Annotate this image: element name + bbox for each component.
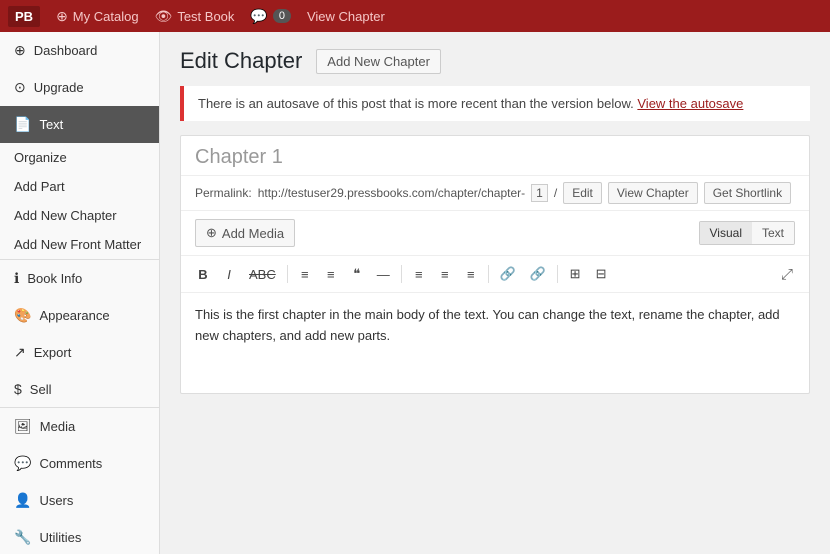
sidebar-item-comments[interactable]: 💬 Comments	[0, 445, 159, 482]
align-right-button[interactable]: ≡	[459, 263, 483, 286]
logo: PB	[8, 6, 40, 27]
insert-table-button[interactable]: ⊞	[563, 262, 587, 286]
visual-tab[interactable]: Visual	[700, 222, 752, 244]
editor-toolbar: B I ABC ≡ ≡ ❝ — ≡ ≡ ≡ 🔗 🔗 ⊞ ⊟ ⤢	[181, 256, 809, 293]
sidebar-item-export[interactable]: ↗ Export	[0, 334, 159, 371]
sidebar-item-label: Book Info	[27, 271, 82, 286]
sidebar-item-label: Dashboard	[34, 43, 98, 58]
get-shortlink-button[interactable]: Get Shortlink	[704, 182, 791, 204]
add-media-icon: ⊕	[206, 225, 217, 241]
text-tab[interactable]: Text	[752, 222, 794, 244]
ordered-list-button[interactable]: ≡	[319, 263, 343, 286]
chapter-title-input[interactable]	[195, 146, 795, 169]
unordered-list-button[interactable]: ≡	[293, 263, 317, 286]
strikethrough-button[interactable]: ABC	[243, 263, 282, 286]
sidebar-item-add-part[interactable]: Add Part	[0, 172, 159, 201]
my-catalog-label: My Catalog	[73, 9, 139, 24]
chapter-title-bar	[181, 136, 809, 176]
permalink-slash: /	[554, 186, 557, 200]
blockquote-button[interactable]: ❝	[345, 262, 369, 286]
permalink-label: Permalink:	[195, 186, 252, 200]
toolbar-separator-4	[557, 265, 558, 283]
sidebar-item-appearance[interactable]: 🎨 Appearance	[0, 297, 159, 334]
autosave-text: There is an autosave of this post that i…	[198, 96, 634, 111]
sidebar-item-add-new-chapter[interactable]: Add New Chapter	[0, 201, 159, 230]
hr-button[interactable]: —	[371, 263, 396, 286]
sidebar-item-label: Export	[34, 345, 72, 360]
sidebar-item-organize[interactable]: Organize	[0, 143, 159, 172]
sidebar-item-text[interactable]: 📄 Text	[0, 106, 159, 143]
editor-body[interactable]: This is the first chapter in the main bo…	[181, 293, 809, 393]
utilities-icon: 🔧	[14, 529, 31, 546]
page-header: Edit Chapter Add New Chapter	[180, 48, 810, 74]
permalink-id: 1	[531, 184, 548, 202]
sidebar-item-label: Sell	[30, 382, 52, 397]
my-catalog-link[interactable]: ⊕ My Catalog	[56, 8, 138, 25]
visual-text-toggle: Visual Text	[699, 221, 795, 245]
toolbar-separator-1	[287, 265, 288, 283]
sidebar-item-dashboard[interactable]: ⊕ Dashboard	[0, 32, 159, 69]
sidebar-item-users[interactable]: 👤 Users	[0, 482, 159, 519]
text-icon: 📄	[14, 116, 31, 133]
sidebar-item-label: Upgrade	[34, 80, 84, 95]
view-chapter-link[interactable]: View Chapter	[307, 9, 385, 24]
test-book-link[interactable]: 👁 Test Book	[155, 8, 235, 25]
add-media-button[interactable]: ⊕ Add Media	[195, 219, 295, 247]
comments-link[interactable]: 💬 0	[250, 8, 291, 25]
sidebar-item-label: Users	[39, 493, 73, 508]
comments-icon: 💬	[14, 455, 31, 472]
toolbar-separator-3	[488, 265, 489, 283]
special-char-button[interactable]: ⊟	[589, 262, 613, 286]
export-icon: ↗	[14, 344, 26, 361]
bold-button[interactable]: B	[191, 263, 215, 286]
sidebar-item-label: Text	[39, 117, 63, 132]
sidebar-item-label: Utilities	[39, 530, 81, 545]
add-new-chapter-button[interactable]: Add New Chapter	[316, 49, 441, 74]
sidebar-item-sell[interactable]: $ Sell	[0, 371, 159, 407]
sidebar-item-utilities[interactable]: 🔧 Utilities	[0, 519, 159, 554]
sidebar-item-add-new-front-matter[interactable]: Add New Front Matter	[0, 230, 159, 259]
comment-count: 0	[273, 9, 291, 23]
users-icon: 👤	[14, 492, 31, 509]
autosave-link[interactable]: View the autosave	[637, 96, 743, 111]
catalog-icon: ⊕	[56, 8, 68, 25]
unlink-button[interactable]: 🔗	[524, 262, 552, 286]
main-content: Edit Chapter Add New Chapter There is an…	[160, 32, 830, 554]
sell-icon: $	[14, 381, 22, 397]
sidebar: ⊕ Dashboard ⊙ Upgrade 📄 Text Organize Ad…	[0, 32, 160, 554]
page-title: Edit Chapter	[180, 48, 302, 74]
fullscreen-button[interactable]: ⤢	[775, 263, 799, 286]
permalink-bar: Permalink: http://testuser29.pressbooks.…	[181, 176, 809, 211]
media-row: ⊕ Add Media Visual Text	[181, 211, 809, 256]
sidebar-item-book-info[interactable]: ℹ Book Info	[0, 260, 159, 297]
top-bar: PB ⊕ My Catalog 👁 Test Book 💬 0 View Cha…	[0, 0, 830, 32]
sidebar-item-label: Media	[40, 419, 75, 434]
sidebar-item-upgrade[interactable]: ⊙ Upgrade	[0, 69, 159, 106]
sidebar-item-label: Comments	[39, 456, 102, 471]
editor-box: Permalink: http://testuser29.pressbooks.…	[180, 135, 810, 394]
eye-icon: 👁	[155, 8, 173, 25]
link-button[interactable]: 🔗	[494, 262, 522, 286]
align-left-button[interactable]: ≡	[407, 263, 431, 286]
media-icon: 🖼	[14, 418, 32, 435]
test-book-label: Test Book	[177, 9, 234, 24]
italic-button[interactable]: I	[217, 263, 241, 286]
align-center-button[interactable]: ≡	[433, 263, 457, 286]
permalink-url: http://testuser29.pressbooks.com/chapter…	[258, 186, 525, 200]
add-media-label: Add Media	[222, 226, 284, 241]
dashboard-icon: ⊕	[14, 42, 26, 59]
appearance-icon: 🎨	[14, 307, 31, 324]
toolbar-separator-2	[401, 265, 402, 283]
book-info-icon: ℹ	[14, 270, 19, 287]
edit-permalink-button[interactable]: Edit	[563, 182, 602, 204]
sidebar-item-label: Appearance	[39, 308, 109, 323]
upgrade-icon: ⊙	[14, 79, 26, 96]
view-chapter-button[interactable]: View Chapter	[608, 182, 698, 204]
comment-icon: 💬	[250, 8, 267, 25]
layout: ⊕ Dashboard ⊙ Upgrade 📄 Text Organize Ad…	[0, 32, 830, 554]
view-chapter-label: View Chapter	[307, 9, 385, 24]
autosave-notice: There is an autosave of this post that i…	[180, 86, 810, 121]
sidebar-item-media[interactable]: 🖼 Media	[0, 408, 159, 445]
